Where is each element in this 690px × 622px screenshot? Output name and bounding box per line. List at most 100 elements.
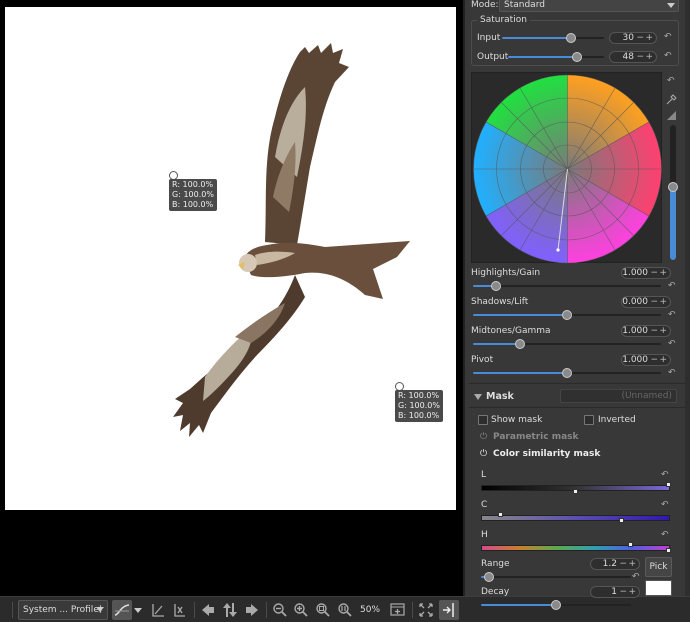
reset-icon[interactable]: ↶ [668, 281, 676, 291]
color-wheel[interactable] [472, 73, 663, 264]
gamut-curve-button[interactable] [112, 600, 132, 620]
output-slider[interactable] [508, 51, 604, 63]
output-spinbox[interactable]: 48 − + [609, 51, 657, 63]
decrement-button[interactable]: − [619, 559, 627, 569]
mask-title[interactable]: Mask [486, 391, 514, 402]
decrement-button[interactable]: − [636, 52, 644, 62]
highlights-slider[interactable] [473, 280, 661, 292]
power-icon[interactable]: ⏻ [480, 449, 487, 459]
range-slider[interactable] [481, 571, 631, 583]
fullscreen-button[interactable] [416, 600, 436, 620]
slider-knob[interactable] [483, 572, 494, 582]
decay-spinbox[interactable]: 1 − + [590, 586, 640, 598]
midtones-slider[interactable] [473, 338, 661, 350]
slider-knob[interactable] [562, 310, 572, 320]
increment-button[interactable]: + [659, 297, 667, 307]
slider-knob[interactable] [515, 339, 525, 349]
highlights-spinbox[interactable]: 1.000 − + [621, 267, 671, 279]
c-knob-max[interactable] [619, 518, 624, 523]
input-spinbox[interactable]: 30 − + [609, 32, 657, 44]
gamut-check-button[interactable] [170, 600, 190, 620]
reset-icon[interactable]: ↶ [667, 76, 675, 86]
color-wheel-area[interactable] [471, 72, 663, 264]
reset-icon[interactable]: ↶ [661, 470, 669, 480]
zoom-in-icon [294, 603, 308, 617]
reset-icon[interactable]: ↶ [664, 32, 672, 42]
reset-icon[interactable]: ↶ [664, 51, 672, 61]
expander-chevron-down-icon[interactable] [474, 393, 482, 401]
shadows-spinbox[interactable]: 0.000 − + [621, 296, 671, 308]
new-detail-window-button[interactable] [388, 600, 408, 620]
gamut-options-dropdown[interactable] [133, 600, 143, 620]
shadows-slider[interactable] [473, 309, 661, 321]
image-canvas[interactable]: R: 100.0% G: 100.0% B: 100.0% R: 100.0% … [0, 0, 463, 596]
increment-button[interactable]: + [659, 355, 667, 365]
decay-slider[interactable] [481, 599, 631, 611]
power-icon[interactable]: ⏻ [480, 432, 487, 442]
color-similarity-mask-label[interactable]: Color similarity mask [493, 449, 600, 459]
parametric-mask-label[interactable]: Parametric mask [493, 432, 579, 442]
reset-icon[interactable]: ↶ [661, 530, 669, 540]
inverted-checkbox[interactable] [584, 415, 594, 425]
increment-button[interactable]: + [659, 268, 667, 278]
pick-button[interactable]: Pick [645, 557, 672, 577]
h-label: H [481, 530, 488, 540]
decrement-button[interactable]: − [650, 355, 658, 365]
increment-button[interactable]: + [645, 33, 653, 43]
decrement-button[interactable]: − [650, 326, 658, 336]
highlights-label: Highlights/Gain [471, 268, 541, 278]
reset-icon[interactable]: ↶ [668, 339, 676, 349]
photo-preview[interactable]: R: 100.0% G: 100.0% B: 100.0% R: 100.0% … [5, 7, 456, 510]
triangle-icon[interactable] [666, 110, 677, 121]
reset-icon[interactable]: ↶ [661, 500, 669, 510]
increment-button[interactable]: + [628, 587, 636, 597]
reset-icon[interactable]: ↶ [632, 572, 640, 582]
color-picker-icon[interactable] [666, 94, 677, 105]
increment-button[interactable]: + [659, 326, 667, 336]
color-profile-select[interactable]: System ... Profile) [18, 600, 108, 620]
mode-select[interactable]: Standard [499, 0, 679, 12]
increment-button[interactable]: + [645, 52, 653, 62]
zoom-fit-button[interactable] [313, 600, 333, 620]
decrement-button[interactable]: − [650, 268, 658, 278]
output-label: Output [477, 52, 509, 62]
h-knob-min[interactable] [628, 542, 633, 547]
decrement-button[interactable]: − [619, 587, 627, 597]
panel-scrollbar[interactable] [685, 0, 690, 596]
next-image-button[interactable] [242, 600, 262, 620]
zoom-100-button[interactable] [335, 600, 355, 620]
slider-knob[interactable] [490, 281, 501, 291]
wheel-point[interactable] [556, 248, 560, 252]
c-knob-min[interactable] [498, 512, 503, 517]
mask-name-field[interactable]: (Unnamed) [560, 389, 677, 403]
slider-knob[interactable] [566, 33, 577, 43]
reset-icon[interactable]: ↶ [668, 310, 676, 320]
kite-bird-image [173, 43, 410, 437]
previous-image-button[interactable] [198, 600, 218, 620]
decrement-button[interactable]: − [650, 297, 658, 307]
midtones-spinbox[interactable]: 1.000 − + [621, 325, 671, 337]
input-slider[interactable] [502, 32, 604, 44]
slider-knob[interactable] [551, 600, 561, 610]
reset-icon[interactable]: ↶ [668, 368, 676, 378]
toggle-panel-button[interactable] [439, 600, 459, 620]
l-knob[interactable] [573, 489, 578, 494]
h-knob-max[interactable] [666, 548, 671, 553]
l-knob-max[interactable] [666, 482, 671, 487]
pivot-spinbox[interactable]: 1.000 − + [621, 354, 671, 366]
range-spinbox[interactable]: 1.2 − + [590, 558, 640, 570]
toolbar-separator [412, 602, 413, 618]
soft-proof-button[interactable] [148, 600, 168, 620]
decrement-button[interactable]: − [636, 33, 644, 43]
show-mask-checkbox[interactable] [478, 415, 488, 425]
c-range-bar[interactable] [481, 515, 670, 521]
pivot-slider[interactable] [473, 367, 661, 379]
wheel-brightness-slider[interactable] [668, 125, 678, 260]
zoom-in-button[interactable] [291, 600, 311, 620]
zoom-out-button[interactable] [270, 600, 290, 620]
increment-button[interactable]: + [628, 559, 636, 569]
slider-knob[interactable] [562, 368, 572, 378]
h-range-bar[interactable] [481, 545, 670, 551]
slider-knob[interactable] [572, 52, 583, 62]
sync-button[interactable] [220, 600, 240, 620]
